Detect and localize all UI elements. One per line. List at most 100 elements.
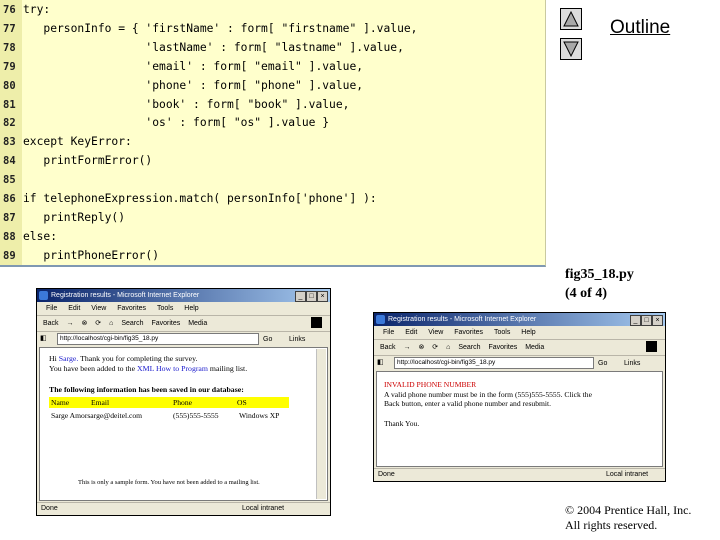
window-title: Registration results - Microsoft Interne… [388, 316, 537, 323]
code-text: 'email' : form[ "email" ].value, [23, 59, 364, 73]
menu-tools[interactable]: Tools [157, 305, 173, 312]
book-link[interactable]: XML How to Program [137, 364, 208, 373]
menu-view[interactable]: View [91, 305, 106, 312]
copyright-notice: © 2004 Prentice Hall, Inc. All rights re… [565, 503, 691, 533]
window-titlebar: Registration results - Microsoft Interne… [374, 313, 665, 326]
close-button[interactable]: × [652, 315, 663, 326]
menu-favorites[interactable]: Favorites [117, 305, 146, 312]
vertical-scrollbar[interactable] [316, 349, 326, 499]
stop-icon[interactable]: ⊗ [418, 344, 424, 351]
zone-text: Local intranet [242, 505, 285, 512]
links-button[interactable]: Links [289, 333, 305, 346]
error-line-2: Back button, enter a valid phone number … [384, 399, 552, 408]
menu-help[interactable]: Help [184, 305, 198, 312]
search-button[interactable]: Search [121, 320, 143, 327]
greeting-text: Thank you for completing the survey. [80, 354, 198, 363]
previous-slide-button[interactable] [560, 8, 582, 30]
cell-os: Windows XP [239, 411, 280, 420]
status-bar: Done Local intranet [374, 468, 665, 481]
greeting-line: Hi Sarge. Thank you for completing the s… [49, 354, 197, 364]
stop-icon[interactable]: ⊗ [81, 320, 87, 327]
refresh-icon[interactable]: ⟳ [432, 344, 438, 351]
line-number: 86 [3, 193, 16, 205]
code-text: printFormError() [23, 154, 153, 168]
triangle-up-icon [563, 11, 579, 27]
code-line: 82 'os' : form[ "os" ].value } [0, 113, 329, 132]
line-number: 80 [3, 79, 16, 92]
menu-file[interactable]: File [46, 305, 57, 312]
code-text: printReply() [23, 210, 126, 224]
caption-page: (4 of 4) [565, 286, 607, 301]
figure-caption: fig35_18.py (4 of 4) [565, 265, 634, 303]
code-text: try: [23, 3, 51, 16]
line-number: 79 [3, 60, 16, 73]
cell-phone: (555)555-5555 [173, 411, 219, 420]
line-number: 89 [3, 249, 16, 262]
favorites-button[interactable]: Favorites [151, 320, 180, 327]
added-tail: mailing list. [209, 364, 248, 373]
code-panel: 76 try: 77 personInfo = { 'firstName' : fo… [0, 0, 546, 267]
media-button[interactable]: Media [525, 344, 544, 351]
code-line: 84 printFormError() [0, 151, 152, 170]
favorites-button[interactable]: Favorites [488, 344, 517, 351]
outline-link[interactable]: Outline [610, 17, 670, 39]
home-icon[interactable]: ⌂ [446, 344, 450, 351]
minimize-button[interactable]: _ [630, 315, 641, 326]
menu-edit[interactable]: Edit [68, 305, 80, 312]
menu-favorites[interactable]: Favorites [454, 329, 483, 336]
thank-you-text: Thank You. [384, 419, 420, 428]
col-os: OS [237, 398, 247, 407]
menu-file[interactable]: File [383, 329, 394, 336]
code-line: 80 'phone' : form[ "phone" ].value, [0, 76, 363, 95]
menu-view[interactable]: View [428, 329, 443, 336]
line-number: 87 [3, 211, 16, 224]
code-line: 88 else: [0, 227, 57, 246]
address-bar: ◧ http://localhost/cgi-bin/fig35_18.py G… [374, 356, 665, 369]
error-line-1: A valid phone number must be in the form… [384, 390, 592, 399]
caption-filename: fig35_18.py [565, 267, 634, 282]
address-icon: ◧ [40, 335, 47, 342]
menu-help[interactable]: Help [521, 329, 535, 336]
maximize-button[interactable]: □ [641, 315, 652, 326]
ie-icon [376, 315, 385, 324]
menu-edit[interactable]: Edit [405, 329, 417, 336]
go-button[interactable]: Go [263, 333, 272, 346]
home-icon[interactable]: ⌂ [109, 320, 113, 327]
refresh-icon[interactable]: ⟳ [95, 320, 101, 327]
line-number: 76 [3, 4, 16, 16]
footer-note: This is only a sample form. You have not… [78, 479, 260, 486]
status-text: Done [41, 505, 58, 512]
line-number: 88 [3, 230, 16, 243]
close-button[interactable]: × [317, 291, 328, 302]
address-icon: ◧ [377, 359, 384, 366]
forward-button[interactable]: → [67, 320, 74, 327]
col-name: Name [51, 398, 70, 407]
maximize-button[interactable]: □ [306, 291, 317, 302]
col-phone: Phone [173, 398, 192, 407]
links-button[interactable]: Links [624, 357, 640, 370]
back-button[interactable]: Back [380, 344, 396, 351]
rights-line: All rights reserved. [565, 518, 658, 532]
code-text: else: [23, 229, 58, 243]
back-button[interactable]: Back [43, 320, 59, 327]
greeting-hi: Hi [49, 354, 57, 363]
error-heading: INVALID PHONE NUMBER [384, 380, 477, 389]
status-bar: Done Local intranet [37, 502, 330, 515]
minimize-button[interactable]: _ [295, 291, 306, 302]
table-row: Sarge Amorsarge@deitel.com (555)555-5555… [49, 410, 289, 421]
address-input[interactable]: http://localhost/cgi-bin/fig35_18.py [394, 357, 594, 369]
next-slide-button[interactable] [560, 38, 582, 60]
address-input[interactable]: http://localhost/cgi-bin/fig35_18.py [57, 333, 259, 345]
forward-button[interactable]: → [404, 344, 411, 351]
media-button[interactable]: Media [188, 320, 207, 327]
window-titlebar: Registration results - Microsoft Interne… [37, 289, 330, 302]
col-email: Email [91, 398, 110, 407]
user-name: Sarge. [58, 354, 79, 363]
code-text: if telephoneExpression.match( personInfo… [23, 192, 377, 205]
code-line: 86 if telephoneExpression.match( personIn… [0, 189, 377, 208]
menu-tools[interactable]: Tools [494, 329, 510, 336]
go-button[interactable]: Go [598, 357, 607, 370]
search-button[interactable]: Search [458, 344, 480, 351]
code-text: personInfo = { 'firstName' : form[ "firs… [23, 21, 418, 35]
line-number: 83 [3, 136, 16, 149]
